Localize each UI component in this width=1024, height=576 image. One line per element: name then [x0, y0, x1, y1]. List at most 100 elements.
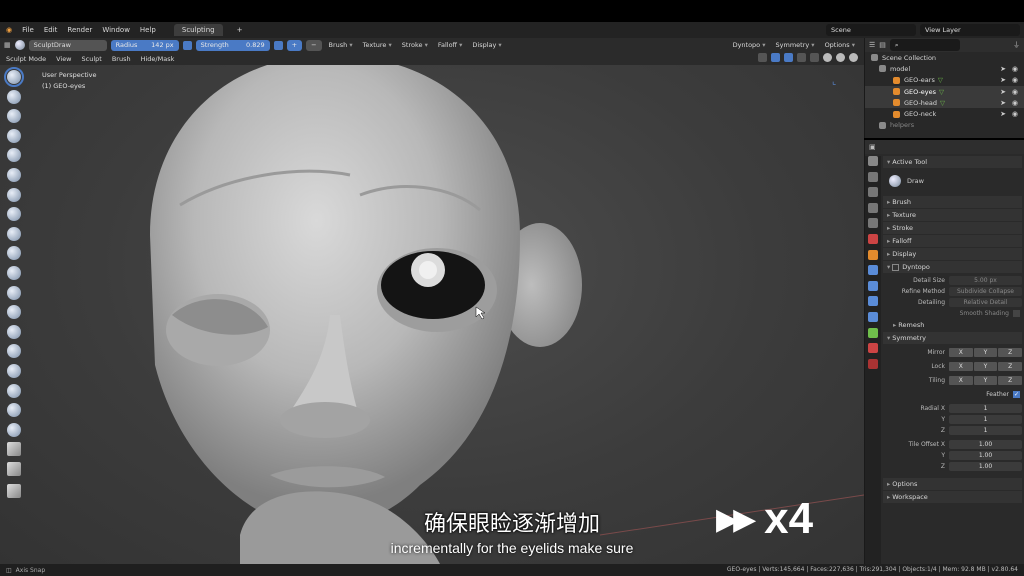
menu-brush[interactable]: Brush: [112, 55, 131, 63]
object-tab-icon[interactable]: [868, 249, 878, 260]
display-dropdown[interactable]: Display: [469, 41, 504, 49]
brush-name-field[interactable]: SculptDraw: [28, 39, 107, 51]
render-tab-icon[interactable]: [868, 171, 878, 182]
outliner-row-helpers[interactable]: helpers: [865, 120, 1024, 131]
sculpt-mode-dropdown[interactable]: Sculpt Mode: [6, 55, 46, 63]
brush-section[interactable]: Brush: [883, 196, 1022, 208]
eye-icon[interactable]: ◉: [1012, 65, 1018, 73]
menu-render[interactable]: Render: [67, 26, 92, 34]
view-layer-tab-icon[interactable]: [868, 202, 878, 213]
tile-offset-x-field[interactable]: 1.00: [949, 440, 1022, 449]
constraints-tab-icon[interactable]: [868, 311, 878, 322]
xray-icon[interactable]: [797, 53, 806, 62]
radial-x-field[interactable]: 1: [949, 404, 1022, 413]
dyntopo-checkbox[interactable]: [892, 263, 900, 271]
brush-dropdown[interactable]: Brush: [326, 41, 356, 49]
nudge-brush-icon[interactable]: [7, 363, 21, 378]
blender-logo-icon[interactable]: ◉: [6, 26, 12, 34]
crease-brush-icon[interactable]: [7, 187, 21, 202]
data-tab-icon[interactable]: [868, 327, 878, 338]
symmetry-section[interactable]: Symmetry: [883, 332, 1022, 344]
snake-hook-brush-icon[interactable]: [7, 324, 21, 339]
display-mode-icon[interactable]: ▤: [879, 41, 886, 49]
subtract-direction-button[interactable]: −: [306, 39, 322, 51]
tiling-z-toggle[interactable]: Z: [998, 376, 1023, 385]
tiling-y-toggle[interactable]: Y: [973, 376, 998, 385]
mirror-y-toggle[interactable]: Y: [973, 348, 998, 357]
eye-icon[interactable]: ◉: [1012, 76, 1018, 84]
workspace-section[interactable]: Workspace: [883, 491, 1022, 503]
clay-brush-icon[interactable]: [7, 89, 21, 104]
tiling-x-toggle[interactable]: X: [949, 376, 973, 385]
select-toggle-icon[interactable]: ➤: [1000, 65, 1006, 73]
lock-x-toggle[interactable]: X: [949, 362, 973, 371]
particles-tab-icon[interactable]: [868, 280, 878, 291]
active-tool-header[interactable]: Active Tool: [883, 156, 1022, 168]
output-tab-icon[interactable]: [868, 187, 878, 198]
detailing-dropdown[interactable]: Relative Detail: [949, 298, 1022, 307]
3d-viewport[interactable]: User Perspective (1) GEO-eyes ⌞: [0, 65, 864, 564]
thumb-brush-icon[interactable]: [7, 344, 21, 359]
pinch-brush-icon[interactable]: [7, 285, 21, 300]
menu-window[interactable]: Window: [102, 26, 130, 34]
blob-brush-icon[interactable]: [7, 167, 21, 182]
modifier-tab-icon[interactable]: [868, 265, 878, 276]
options-section[interactable]: Options: [883, 478, 1022, 490]
gizmo-icon[interactable]: [771, 53, 780, 62]
smooth-brush-icon[interactable]: [7, 207, 21, 222]
axis-gizmo-icon[interactable]: ⌞: [832, 77, 836, 87]
menu-file[interactable]: File: [22, 26, 34, 34]
outliner-search-input[interactable]: ⌕: [889, 39, 960, 51]
outliner-row-geo-neck[interactable]: GEO-neck ➤ ◉: [865, 108, 1024, 119]
strength-pressure-icon[interactable]: [273, 40, 283, 50]
outliner-row-model[interactable]: model ➤ ◉: [865, 63, 1024, 74]
physics-tab-icon[interactable]: [868, 296, 878, 307]
symmetry-dropdown[interactable]: Symmetry: [773, 41, 818, 49]
solid-shading-icon[interactable]: [823, 53, 832, 62]
world-tab-icon[interactable]: [868, 233, 878, 244]
outliner-row-geo-eyes[interactable]: GEO-eyes ▽ ➤ ◉: [865, 85, 1024, 98]
menu-view[interactable]: View: [56, 55, 71, 63]
add-workspace-icon[interactable]: +: [237, 26, 243, 34]
mirror-x-toggle[interactable]: X: [949, 348, 973, 357]
clay-strips-brush-icon[interactable]: [7, 109, 21, 124]
stroke-section[interactable]: Stroke: [883, 222, 1022, 234]
detail-size-field[interactable]: 5.00 px: [949, 276, 1022, 285]
select-toggle-icon[interactable]: ➤: [1000, 99, 1006, 107]
dyntopo-dropdown[interactable]: Dyntopo: [730, 41, 769, 49]
texture-section[interactable]: Texture: [883, 209, 1022, 221]
refine-method-dropdown[interactable]: Subdivide Collapse: [949, 287, 1022, 296]
rendered-shading-icon[interactable]: [849, 53, 858, 62]
outliner-editor-icon[interactable]: ☰: [869, 41, 875, 49]
mirror-z-toggle[interactable]: Z: [998, 348, 1023, 357]
layer-brush-icon[interactable]: [7, 128, 21, 143]
flatten-brush-icon[interactable]: [7, 226, 21, 241]
remesh-section[interactable]: Remesh: [883, 319, 1022, 331]
inflate-brush-icon[interactable]: [7, 148, 21, 163]
properties-editor-icon[interactable]: ▣: [869, 143, 876, 151]
texture-dropdown[interactable]: Texture: [360, 41, 395, 49]
eye-icon[interactable]: ◉: [1012, 88, 1018, 96]
eye-icon[interactable]: ◉: [1012, 110, 1018, 118]
visibility-icon[interactable]: [758, 53, 767, 62]
fill-brush-icon[interactable]: [7, 246, 21, 261]
menu-help[interactable]: Help: [140, 26, 156, 34]
pressure-icon[interactable]: [182, 40, 192, 50]
feather-checkbox[interactable]: ✓: [1013, 391, 1020, 398]
material-tab-icon[interactable]: [868, 343, 878, 354]
select-toggle-icon[interactable]: ➤: [1000, 88, 1006, 96]
stroke-dropdown[interactable]: Stroke: [399, 41, 431, 49]
menu-hide-mask[interactable]: Hide/Mask: [141, 55, 175, 63]
rotate-brush-icon[interactable]: [7, 383, 21, 398]
filter-icon[interactable]: ⏚: [1013, 40, 1020, 50]
brush-preview-icon[interactable]: [14, 40, 25, 50]
options-dropdown[interactable]: Options: [822, 41, 858, 49]
falloff-section[interactable]: Falloff: [883, 235, 1022, 247]
view-layer-field[interactable]: View Layer: [920, 24, 1020, 36]
material-shading-icon[interactable]: [836, 53, 845, 62]
mask-brush-icon[interactable]: [7, 422, 21, 437]
dyntopo-section[interactable]: Dyntopo: [883, 261, 1022, 273]
grab-brush-icon[interactable]: [7, 305, 21, 320]
display-section[interactable]: Display: [883, 248, 1022, 260]
draw-brush-icon[interactable]: [889, 175, 901, 187]
